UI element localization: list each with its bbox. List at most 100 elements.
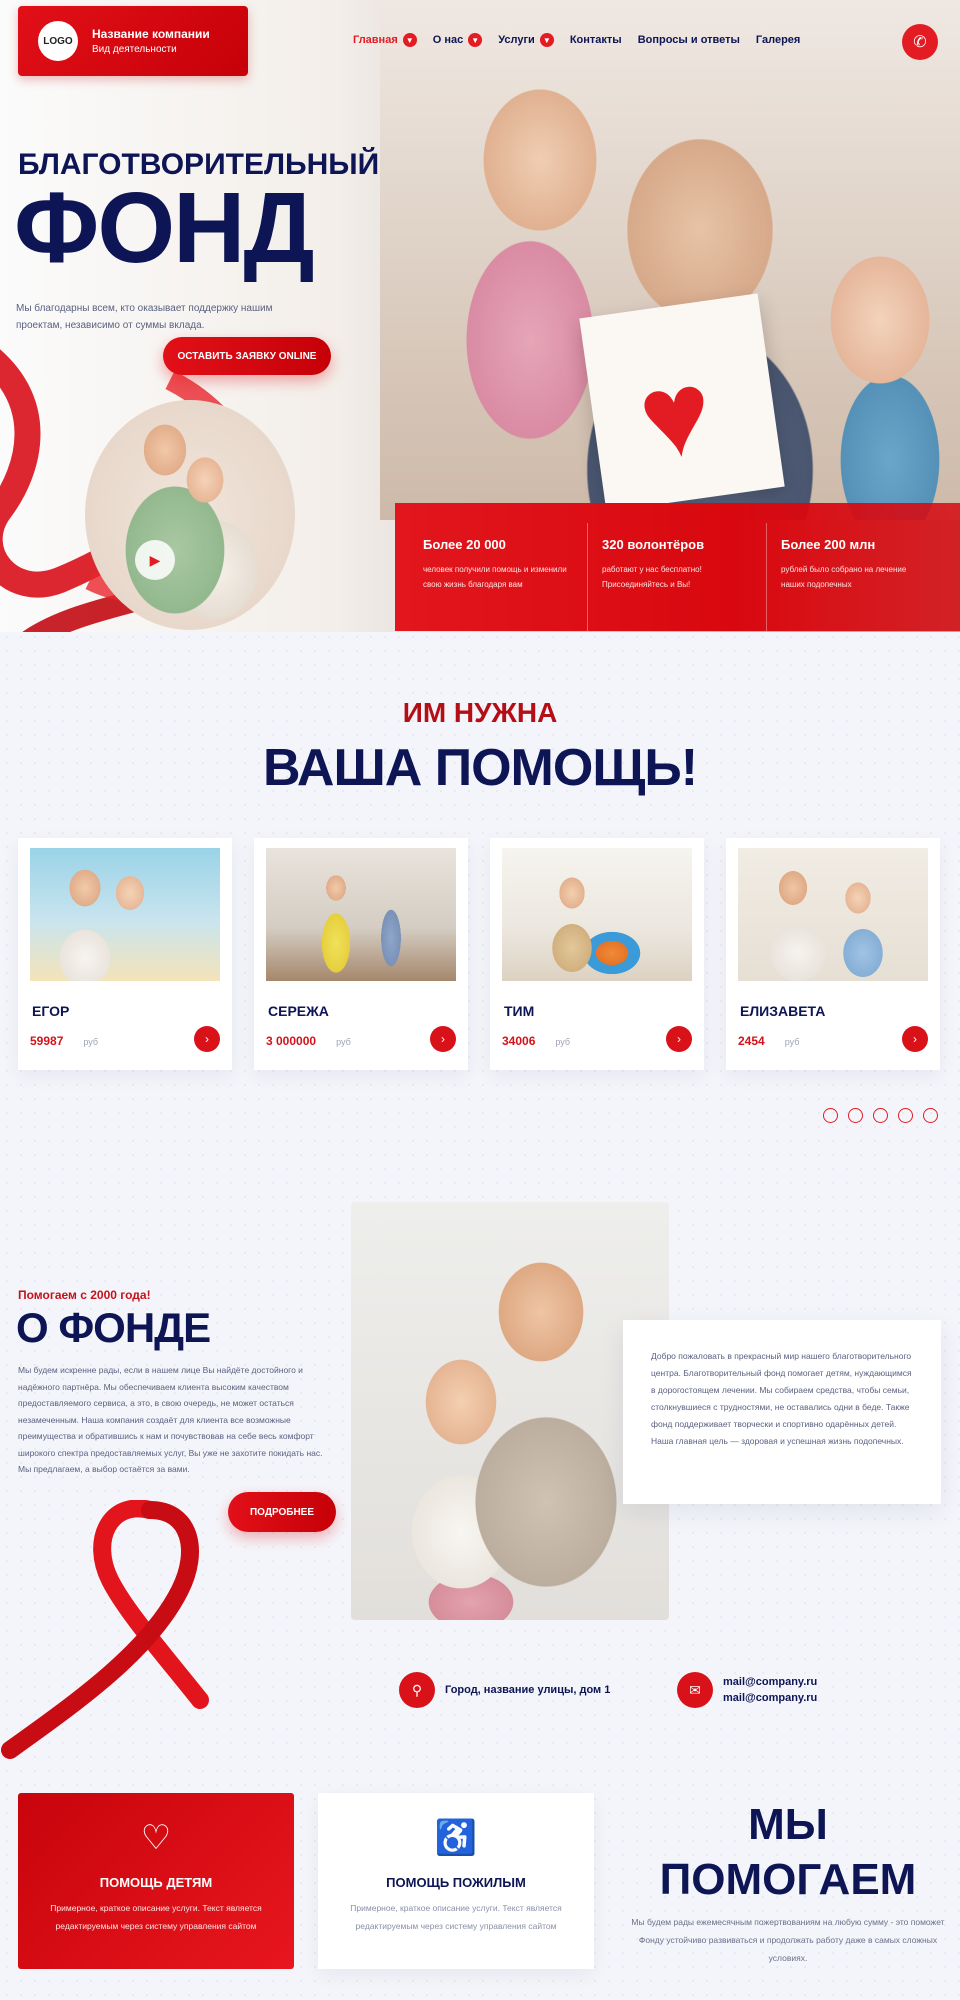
location-icon: ⚲ — [399, 1672, 435, 1708]
hero-title: ФОНД — [14, 172, 315, 284]
stat-title: 320 волонтёров — [602, 537, 705, 552]
card-arrow-button[interactable]: › — [902, 1026, 928, 1052]
service-title: ПОМОЩЬ ПОЖИЛЫМ — [386, 1875, 526, 1890]
logo: LOGO — [38, 21, 78, 61]
service-title: ПОМОЩЬ ДЕТЯМ — [99, 1875, 213, 1890]
amount-unit: руб — [83, 1037, 99, 1047]
nav-item-about[interactable]: О нас ▼ — [433, 33, 483, 47]
arrow-right-icon: › — [441, 1032, 445, 1046]
we-help-title-line1: МЫ — [748, 1800, 828, 1849]
nav-item-label: Вопросы и ответы — [637, 34, 740, 46]
child-card[interactable]: ЕГОР 59987 руб › — [18, 838, 232, 1070]
children-cards: ЕГОР 59987 руб › СЕРЕЖА 3 000000 руб › ТИМ… — [18, 838, 940, 1070]
carousel-dots — [823, 1108, 938, 1123]
nav-item-gallery[interactable]: Галерея — [756, 34, 800, 46]
more-button[interactable]: ПОДРОБНЕЕ — [228, 1492, 336, 1532]
chevron-down-icon: ▼ — [539, 33, 554, 47]
amount-unit: руб — [784, 1037, 800, 1047]
child-amount: 3 000000 руб — [266, 1034, 351, 1048]
amount-value: 3 000000 — [266, 1034, 317, 1048]
stat-title: Более 200 млн — [781, 537, 876, 552]
nav-item-label: Услуги — [498, 34, 535, 46]
stat-text: работают у нас бесплатно! Присоединяйтес… — [602, 565, 702, 590]
hero-description: Мы благодарны всем, кто оказывает поддер… — [16, 303, 273, 331]
about-info-box: Добро пожаловать в прекрасный мир нашего… — [623, 1320, 941, 1504]
carousel-dot[interactable] — [823, 1108, 838, 1123]
phone-button[interactable]: ✆ — [902, 24, 938, 60]
chevron-down-icon: ▼ — [402, 33, 417, 47]
child-card[interactable]: ЕЛИЗАВЕТА 2454 руб › — [726, 838, 940, 1070]
service-card-elderly[interactable]: ♿ ПОМОЩЬ ПОЖИЛЫМ Примерное, краткое опис… — [318, 1793, 594, 1969]
carousel-dot[interactable] — [923, 1108, 938, 1123]
nav-item-services[interactable]: Услуги ▼ — [498, 33, 554, 47]
stat-item: Более 20 000 человек получили помощь и и… — [423, 523, 589, 631]
carousel-dot[interactable] — [898, 1108, 913, 1123]
arrow-right-icon: › — [677, 1032, 681, 1046]
company-info: Название компании Вид деятельности — [92, 27, 210, 55]
address-contact: ⚲ Город, название улицы, дом 1 — [399, 1672, 610, 1708]
child-card[interactable]: СЕРЕЖА 3 000000 руб › — [254, 838, 468, 1070]
company-name: Название компании — [92, 27, 210, 41]
child-amount: 59987 руб — [30, 1034, 98, 1048]
child-photo — [502, 848, 692, 981]
nav-item-label: Главная — [353, 34, 398, 46]
child-name: ТИМ — [504, 1003, 535, 1019]
stat-item: 320 волонтёров работают у нас бесплатно!… — [602, 523, 768, 631]
service-text: Примерное, краткое описание услуги. Текс… — [50, 1903, 262, 1931]
nav-item-label: О нас — [432, 34, 464, 46]
amount-unit: руб — [555, 1037, 571, 1047]
child-photo — [738, 848, 928, 981]
nav-item-label: Галерея — [755, 34, 801, 46]
card-arrow-button[interactable]: › — [666, 1026, 692, 1052]
mail-icon: ✉ — [677, 1672, 713, 1708]
nav-item-home[interactable]: Главная ▼ — [353, 33, 417, 47]
help-pretitle: ИМ НУЖНА — [402, 697, 558, 728]
stats-bar: Более 20 000 человек получили помощь и и… — [395, 503, 960, 631]
nav-item-faq[interactable]: Вопросы и ответы — [638, 34, 740, 46]
nav-item-contacts[interactable]: Контакты — [570, 34, 622, 46]
address-text: Город, название улицы, дом 1 — [445, 1683, 611, 1696]
main-nav: Главная ▼ О нас ▼ Услуги ▼ Контакты Вопр… — [353, 33, 800, 47]
heart-hand-icon: ♡ — [140, 1819, 172, 1857]
help-title: ВАША ПОМОЩЬ! — [262, 739, 698, 797]
amount-value: 34006 — [502, 1034, 536, 1048]
carousel-dot[interactable] — [873, 1108, 888, 1123]
child-photo — [266, 848, 456, 981]
hero-section: ♥ ▶ БЛАГОТВОРИТЕЛЬНЫЙ ФОНД Мы благодарны… — [0, 0, 960, 632]
logo-block[interactable]: LOGO Название компании Вид деятельности — [18, 6, 248, 76]
we-help-text: Мы будем рады ежемесячным пожертвованиям… — [631, 1917, 945, 1963]
card-arrow-button[interactable]: › — [430, 1026, 456, 1052]
child-card[interactable]: ТИМ 34006 руб › — [490, 838, 704, 1070]
apply-online-button[interactable]: ОСТАВИТЬ ЗАЯВКУ ONLINE — [163, 337, 331, 375]
email-link[interactable]: mail@company.ru — [723, 1690, 817, 1707]
child-amount: 34006 руб — [502, 1034, 570, 1048]
carousel-dot[interactable] — [848, 1108, 863, 1123]
play-video-button[interactable]: ▶ — [135, 540, 175, 580]
service-text: Примерное, краткое описание услуги. Текс… — [350, 1903, 562, 1931]
arrow-right-icon: › — [205, 1032, 209, 1046]
child-photo — [30, 848, 220, 981]
we-help-title-line2: ПОМОГАЕМ — [659, 1855, 917, 1904]
email-link[interactable]: mail@company.ru — [723, 1674, 817, 1691]
about-box-text: Добро пожаловать в прекрасный мир нашего… — [651, 1351, 912, 1446]
awareness-ribbon-decoration — [1, 1500, 209, 1759]
card-arrow-button[interactable]: › — [194, 1026, 220, 1052]
service-card-children[interactable]: ♡ ПОМОЩЬ ДЕТЯМ Примерное, краткое описан… — [18, 1793, 294, 1969]
stat-text: рублей было собрано на лечение наших под… — [781, 565, 907, 590]
child-name: ЕЛИЗАВЕТА — [740, 1003, 826, 1019]
email-contact: ✉ mail@company.ru mail@company.ru — [677, 1672, 817, 1708]
about-title: О ФОНДЕ — [16, 1304, 211, 1351]
amount-value: 2454 — [738, 1034, 765, 1048]
mother-daughter-photo — [85, 400, 295, 630]
amount-unit: руб — [336, 1037, 351, 1047]
stat-item: Более 200 млн рублей было собрано на леч… — [781, 523, 946, 631]
play-icon: ▶ — [149, 551, 161, 568]
chevron-down-icon: ▼ — [468, 33, 483, 47]
stat-title: Более 20 000 — [423, 537, 506, 552]
grandmother-children-photo — [351, 1202, 669, 1620]
nav-item-label: Контакты — [569, 34, 622, 46]
child-name: СЕРЕЖА — [268, 1003, 329, 1019]
phone-icon: ✆ — [913, 34, 927, 51]
child-amount: 2454 руб — [738, 1034, 799, 1048]
company-activity: Вид деятельности — [92, 44, 177, 55]
